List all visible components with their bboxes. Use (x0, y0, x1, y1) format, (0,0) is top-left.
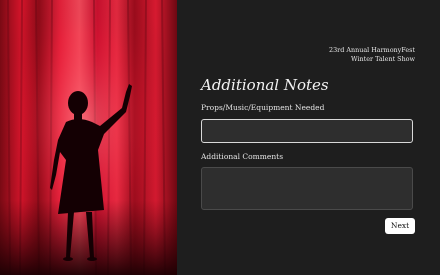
stage-curtain-image (0, 0, 177, 275)
props-input[interactable] (201, 119, 413, 143)
props-field-label: Props/Music/Equipment Needed (201, 103, 325, 112)
form-panel: 23rd Annual HarmonyFest Winter Talent Sh… (177, 0, 440, 275)
event-header: 23rd Annual HarmonyFest Winter Talent Sh… (329, 46, 415, 64)
comments-field-label: Additional Comments (201, 152, 284, 161)
form-title: Additional Notes (201, 76, 329, 94)
event-name: 23rd Annual HarmonyFest (329, 46, 415, 54)
next-button[interactable]: Next (385, 218, 415, 234)
comments-textarea[interactable] (201, 167, 413, 210)
event-subtitle: Winter Talent Show (351, 55, 415, 63)
hero-image-panel (0, 0, 177, 275)
